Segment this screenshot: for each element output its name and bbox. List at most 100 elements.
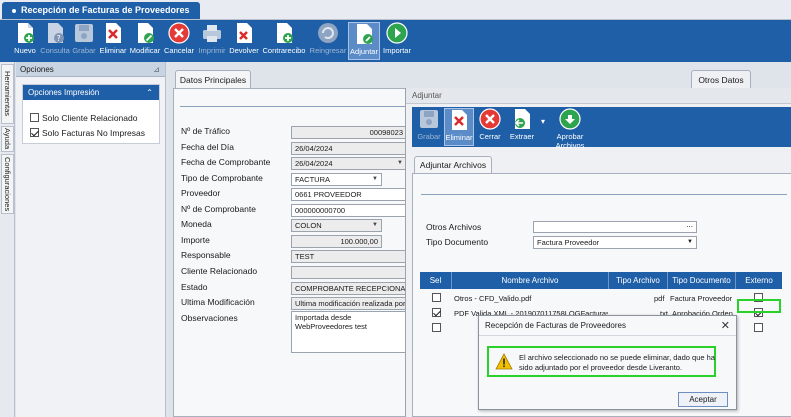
chevron-up-icon[interactable]: ⌃ (146, 85, 153, 100)
select-tipo-documento-value: Factura Proveedor (537, 238, 600, 247)
reenter-icon (318, 23, 338, 43)
window-tab[interactable]: Recepción de Facturas de Proveedores (2, 2, 200, 19)
close-icon[interactable]: ✕ (721, 316, 730, 336)
adj-save-button[interactable]: Grabar (416, 108, 442, 146)
title-bar: Recepción de Facturas de Proveedores (0, 0, 791, 20)
adj-approve-button[interactable]: Aprobar Archivos (544, 108, 596, 150)
select-tipo-documento[interactable]: Factura Proveedor ▼ (533, 236, 697, 249)
field-fecha-dia[interactable]: 26/04/2024 (291, 142, 407, 155)
tab-adjuntar-archivos[interactable]: Adjuntar Archivos (414, 156, 492, 173)
field-moneda[interactable]: COLON ▼ (291, 219, 382, 232)
table-row-0-sel[interactable] (432, 291, 446, 306)
accept-button[interactable]: Aceptar (678, 392, 728, 407)
row-2-sel-checkbox[interactable] (432, 323, 441, 332)
new-button[interactable]: Nuevo (10, 22, 40, 60)
pin-icon[interactable]: ⊿ (153, 62, 160, 77)
reenter-button[interactable]: Reingresar (308, 22, 348, 60)
table-row-1-sel[interactable] (432, 306, 446, 321)
save-button[interactable]: Grabar (70, 22, 98, 60)
chevron-down-icon[interactable]: ▼ (372, 174, 378, 185)
adj-extract-button[interactable]: Extraer (505, 108, 539, 146)
row-0-sel-checkbox[interactable] (432, 293, 441, 302)
attach-button[interactable]: Adjuntar (348, 22, 380, 60)
adj-delete-button[interactable]: Eliminar (444, 108, 474, 146)
approve-icon (559, 108, 581, 130)
label-ultima-modificacion: Ultima Modificación (181, 297, 255, 307)
option-solo-facturas-label: Solo Facturas No Impresas (42, 128, 145, 138)
chevron-down-icon[interactable]: ▼ (397, 158, 403, 169)
return-button[interactable]: Devolver (228, 22, 260, 60)
delete-label: Eliminar (99, 46, 127, 55)
receipt-icon (277, 23, 293, 43)
import-button[interactable]: Importar (381, 22, 413, 60)
field-importe[interactable]: 100.000,00 (291, 235, 382, 248)
field-no-trafico[interactable]: 00098023 (291, 126, 407, 139)
new-label: Nuevo (14, 46, 36, 55)
field-ultima-modificacion[interactable]: Ultima modificación realizada por: TE (291, 297, 407, 310)
col-nombre-archivo[interactable]: Nombre Archivo (452, 272, 609, 289)
side-tab-ayuda[interactable]: Ayuda (1, 126, 14, 152)
chevron-down-icon[interactable]: ▼ (372, 220, 378, 231)
adjuntar-title: Adjuntar (406, 88, 791, 104)
print-options-header[interactable]: Opciones Impresión ⌃ (23, 85, 159, 100)
adj-extract-label: Extraer (509, 132, 535, 141)
import-label: Importar (383, 46, 411, 55)
col-tipo-archivo[interactable]: Tipo Archivo (609, 272, 668, 289)
field-estado[interactable]: COMPROBANTE RECEPCIONADO (291, 282, 407, 295)
delete-button[interactable]: Eliminar (98, 22, 128, 60)
field-fecha-comprobante[interactable]: 26/04/2024 ▼ (291, 157, 407, 170)
tab-otros-datos[interactable]: Otros Datos (691, 70, 751, 88)
printer-icon (203, 25, 221, 42)
receipt-label: Contrarecibo (262, 46, 306, 55)
field-moneda-value: COLON (295, 221, 322, 230)
option-solo-cliente-label: Solo Cliente Relacionado (42, 113, 138, 123)
print-button[interactable]: Imprimir (196, 22, 228, 60)
side-tab-herramientas[interactable]: Herramientas (1, 64, 14, 124)
field-proveedor[interactable]: 0661 PROVEEDOR (291, 188, 407, 201)
field-cliente-relacionado[interactable] (291, 266, 407, 279)
browse-button[interactable]: ... (686, 220, 693, 229)
print-options-title: Opciones Impresión (28, 88, 100, 97)
dialog-title: Recepción de Facturas de Proveedores (485, 321, 626, 330)
field-observaciones[interactable]: Importada desde WebProveedores test (291, 311, 407, 353)
adj-close-button[interactable]: Cerrar (476, 108, 504, 146)
side-tab-configuraciones[interactable]: Configuraciones (1, 154, 14, 214)
label-otros-archivos: Otros Archivos (426, 222, 482, 232)
message-dialog: Recepción de Facturas de Proveedores ✕ E… (478, 315, 737, 410)
label-moneda: Moneda (181, 219, 212, 229)
modify-button[interactable]: Modificar (128, 22, 162, 60)
label-no-comprobante: Nº de Comprobante (181, 204, 256, 214)
field-tipo-comprobante[interactable]: FACTURA ▼ (291, 173, 382, 186)
option-solo-facturas[interactable]: Solo Facturas No Impresas (30, 128, 145, 138)
receipt-button[interactable]: Contrarecibo (260, 22, 308, 60)
adj-delete-label: Eliminar (445, 133, 473, 142)
options-panel-title: Opciones (20, 65, 54, 74)
adj-save-label: Grabar (417, 132, 441, 141)
field-otros-archivos[interactable]: ... (533, 220, 697, 233)
checkbox-solo-facturas[interactable] (30, 128, 39, 137)
col-externo[interactable]: Externo (736, 272, 782, 289)
reenter-label: Reingresar (309, 46, 347, 55)
save-label: Grabar (72, 46, 96, 55)
row-2-externo-checkbox[interactable] (754, 323, 763, 332)
tab-datos-principales[interactable]: Datos Principales (175, 70, 251, 88)
label-observaciones: Observaciones (181, 313, 238, 323)
label-cliente-relacionado: Cliente Relacionado (181, 266, 258, 276)
checkbox-solo-cliente[interactable] (30, 113, 39, 122)
option-solo-cliente[interactable]: Solo Cliente Relacionado (30, 113, 137, 123)
table-row-2-externo[interactable] (754, 321, 768, 336)
label-estado: Estado (181, 282, 208, 292)
field-no-comprobante[interactable]: 000000000700 (291, 204, 407, 217)
chevron-down-icon[interactable]: ▼ (687, 237, 693, 248)
window-title: Recepción de Facturas de Proveedores (21, 5, 190, 15)
cancel-button[interactable]: Cancelar (162, 22, 196, 60)
query-button[interactable]: ? Consulta (40, 22, 70, 60)
table-row-2-sel[interactable] (432, 321, 446, 336)
table-row-0-nombre[interactable]: Otros - CFD_Valido.pdf (454, 291, 608, 306)
field-responsable[interactable]: TEST (291, 250, 407, 263)
modify-label: Modificar (129, 46, 161, 55)
col-tipo-documento[interactable]: Tipo Documento (668, 272, 736, 289)
col-sel[interactable]: Sel (420, 272, 452, 289)
row-1-sel-checkbox[interactable] (432, 308, 441, 317)
return-doc-icon (237, 23, 252, 43)
